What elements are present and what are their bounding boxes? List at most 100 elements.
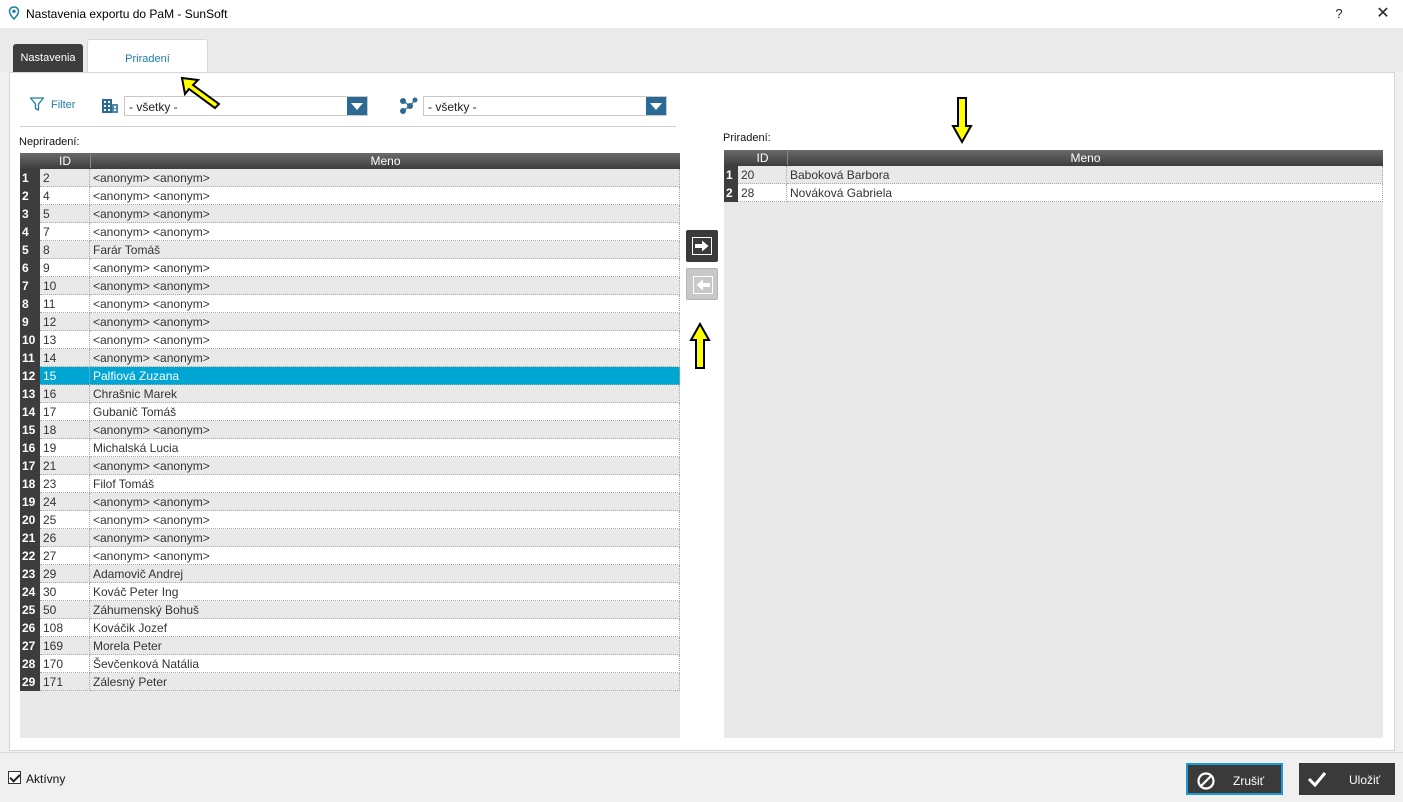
grid-header: ID Meno	[20, 153, 680, 169]
unassign-button[interactable]	[686, 268, 718, 300]
location-pin-icon	[8, 6, 20, 20]
department-select[interactable]: - všetky -	[124, 96, 368, 116]
filter-label[interactable]: Filter	[51, 99, 75, 111]
row-number: 16	[20, 439, 40, 457]
active-label[interactable]: Aktívny	[26, 772, 65, 786]
arrow-right-icon	[692, 237, 712, 255]
table-row[interactable]: 24 30 Kováč Peter Ing	[20, 583, 680, 601]
tab-nastavenia[interactable]: Nastavenia	[13, 44, 83, 72]
table-row[interactable]: 23 29 Adamovič Andrej	[20, 565, 680, 583]
table-row[interactable]: 29 171 Zálesný Peter	[20, 673, 680, 691]
unassigned-grid[interactable]: ID Meno 1 2 <anonym> <anonym> 2 4 <anonym> <a…	[20, 153, 680, 738]
column-header-id[interactable]: ID	[738, 151, 787, 165]
cell-name: <anonym> <anonym>	[90, 331, 680, 349]
assigned-grid[interactable]: ID Meno 1 20 Baboková Barbora 2 28 Nováková G…	[724, 150, 1383, 738]
table-row[interactable]: 13 16 Chrašnic Marek	[20, 385, 680, 403]
cancel-button[interactable]: Zrušiť	[1186, 763, 1283, 795]
table-row[interactable]: 9 12 <anonym> <anonym>	[20, 313, 680, 331]
cell-id: 15	[40, 367, 90, 385]
row-number: 19	[20, 493, 40, 511]
cell-id: 18	[40, 421, 90, 439]
row-number: 6	[20, 259, 40, 277]
table-row[interactable]: 17 21 <anonym> <anonym>	[20, 457, 680, 475]
cell-name: <anonym> <anonym>	[90, 313, 680, 331]
table-row[interactable]: 8 11 <anonym> <anonym>	[20, 295, 680, 313]
structure-select[interactable]: - všetky -	[423, 96, 667, 116]
table-row[interactable]: 2 28 Nováková Gabriela	[724, 184, 1383, 202]
title-bar: Nastavenia exportu do PaM - SunSoft ? ✕	[0, 0, 1403, 28]
table-row[interactable]: 1 20 Baboková Barbora	[724, 166, 1383, 184]
column-header-id[interactable]: ID	[40, 154, 90, 168]
tab-priradeni-zamestnanci[interactable]: Priradení zamestnanci	[87, 39, 208, 103]
filter-icon[interactable]	[29, 96, 45, 112]
table-row[interactable]: 22 27 <anonym> <anonym>	[20, 547, 680, 565]
tab-strip: Nastavenia Priradení zamestnanci	[0, 28, 1403, 103]
row-number: 4	[20, 223, 40, 241]
cell-id: 14	[40, 349, 90, 367]
cell-name: <anonym> <anonym>	[90, 205, 680, 223]
cell-name: Kováč Peter Ing	[90, 583, 680, 601]
column-header-name[interactable]: Meno	[90, 154, 680, 168]
table-row[interactable]: 6 9 <anonym> <anonym>	[20, 259, 680, 277]
table-row[interactable]: 2 4 <anonym> <anonym>	[20, 187, 680, 205]
table-row[interactable]: 1 2 <anonym> <anonym>	[20, 169, 680, 187]
row-number: 2	[724, 184, 738, 202]
table-row[interactable]: 14 17 Gubanič Tomáš	[20, 403, 680, 421]
cell-name: <anonym> <anonym>	[90, 277, 680, 295]
department-select-value: - všetky -	[129, 100, 178, 114]
table-row[interactable]: 27 169 Morela Peter	[20, 637, 680, 655]
table-row[interactable]: 25 50 Záhumenský Bohuš	[20, 601, 680, 619]
table-row[interactable]: 26 108 Kováčik Jozef	[20, 619, 680, 637]
cell-name: <anonym> <anonym>	[90, 295, 680, 313]
row-number: 7	[20, 277, 40, 295]
table-row[interactable]: 16 19 Michalská Lucia	[20, 439, 680, 457]
table-row[interactable]: 20 25 <anonym> <anonym>	[20, 511, 680, 529]
save-button[interactable]: Uložiť	[1299, 763, 1395, 795]
row-number: 18	[20, 475, 40, 493]
annotation-arrow-icon	[951, 97, 973, 144]
row-number: 17	[20, 457, 40, 475]
assign-button[interactable]	[686, 230, 718, 262]
cell-id: 26	[40, 529, 90, 547]
row-number: 28	[20, 655, 40, 673]
cell-name: Filof Tomáš	[90, 475, 680, 493]
close-button[interactable]: ✕	[1370, 3, 1396, 25]
row-number: 1	[20, 169, 40, 187]
table-row[interactable]: 5 8 Farár Tomáš	[20, 241, 680, 259]
row-number: 26	[20, 619, 40, 637]
chevron-down-icon[interactable]	[347, 97, 367, 115]
cell-name: Michalská Lucia	[90, 439, 680, 457]
grid-header: ID Meno	[724, 150, 1383, 166]
table-row[interactable]: 19 24 <anonym> <anonym>	[20, 493, 680, 511]
cell-name: <anonym> <anonym>	[90, 169, 680, 187]
divider	[20, 126, 676, 127]
cancel-icon	[1197, 772, 1215, 790]
table-row[interactable]: 18 23 Filof Tomáš	[20, 475, 680, 493]
row-number: 5	[20, 241, 40, 259]
table-row[interactable]: 7 10 <anonym> <anonym>	[20, 277, 680, 295]
row-number: 21	[20, 529, 40, 547]
cell-id: 25	[40, 511, 90, 529]
chevron-down-icon[interactable]	[646, 97, 666, 115]
table-row[interactable]: 10 13 <anonym> <anonym>	[20, 331, 680, 349]
table-row[interactable]: 3 5 <anonym> <anonym>	[20, 205, 680, 223]
row-number: 11	[20, 349, 40, 367]
table-row[interactable]: 28 170 Ševčenková Natália	[20, 655, 680, 673]
cell-name: Morela Peter	[90, 637, 680, 655]
cell-id: 5	[40, 205, 90, 223]
cell-id: 23	[40, 475, 90, 493]
cell-name: <anonym> <anonym>	[90, 511, 680, 529]
table-row[interactable]: 11 14 <anonym> <anonym>	[20, 349, 680, 367]
table-row[interactable]: 4 7 <anonym> <anonym>	[20, 223, 680, 241]
table-row[interactable]: 12 15 Palfiová Zuzana	[20, 367, 680, 385]
row-number: 27	[20, 637, 40, 655]
column-header-name[interactable]: Meno	[787, 151, 1383, 165]
cell-name: Farár Tomáš	[90, 241, 680, 259]
cell-id: 19	[40, 439, 90, 457]
table-row[interactable]: 21 26 <anonym> <anonym>	[20, 529, 680, 547]
help-button[interactable]: ?	[1326, 3, 1352, 25]
row-number: 15	[20, 421, 40, 439]
cell-name: Baboková Barbora	[787, 166, 1383, 184]
table-row[interactable]: 15 18 <anonym> <anonym>	[20, 421, 680, 439]
active-checkbox[interactable]	[8, 771, 21, 784]
